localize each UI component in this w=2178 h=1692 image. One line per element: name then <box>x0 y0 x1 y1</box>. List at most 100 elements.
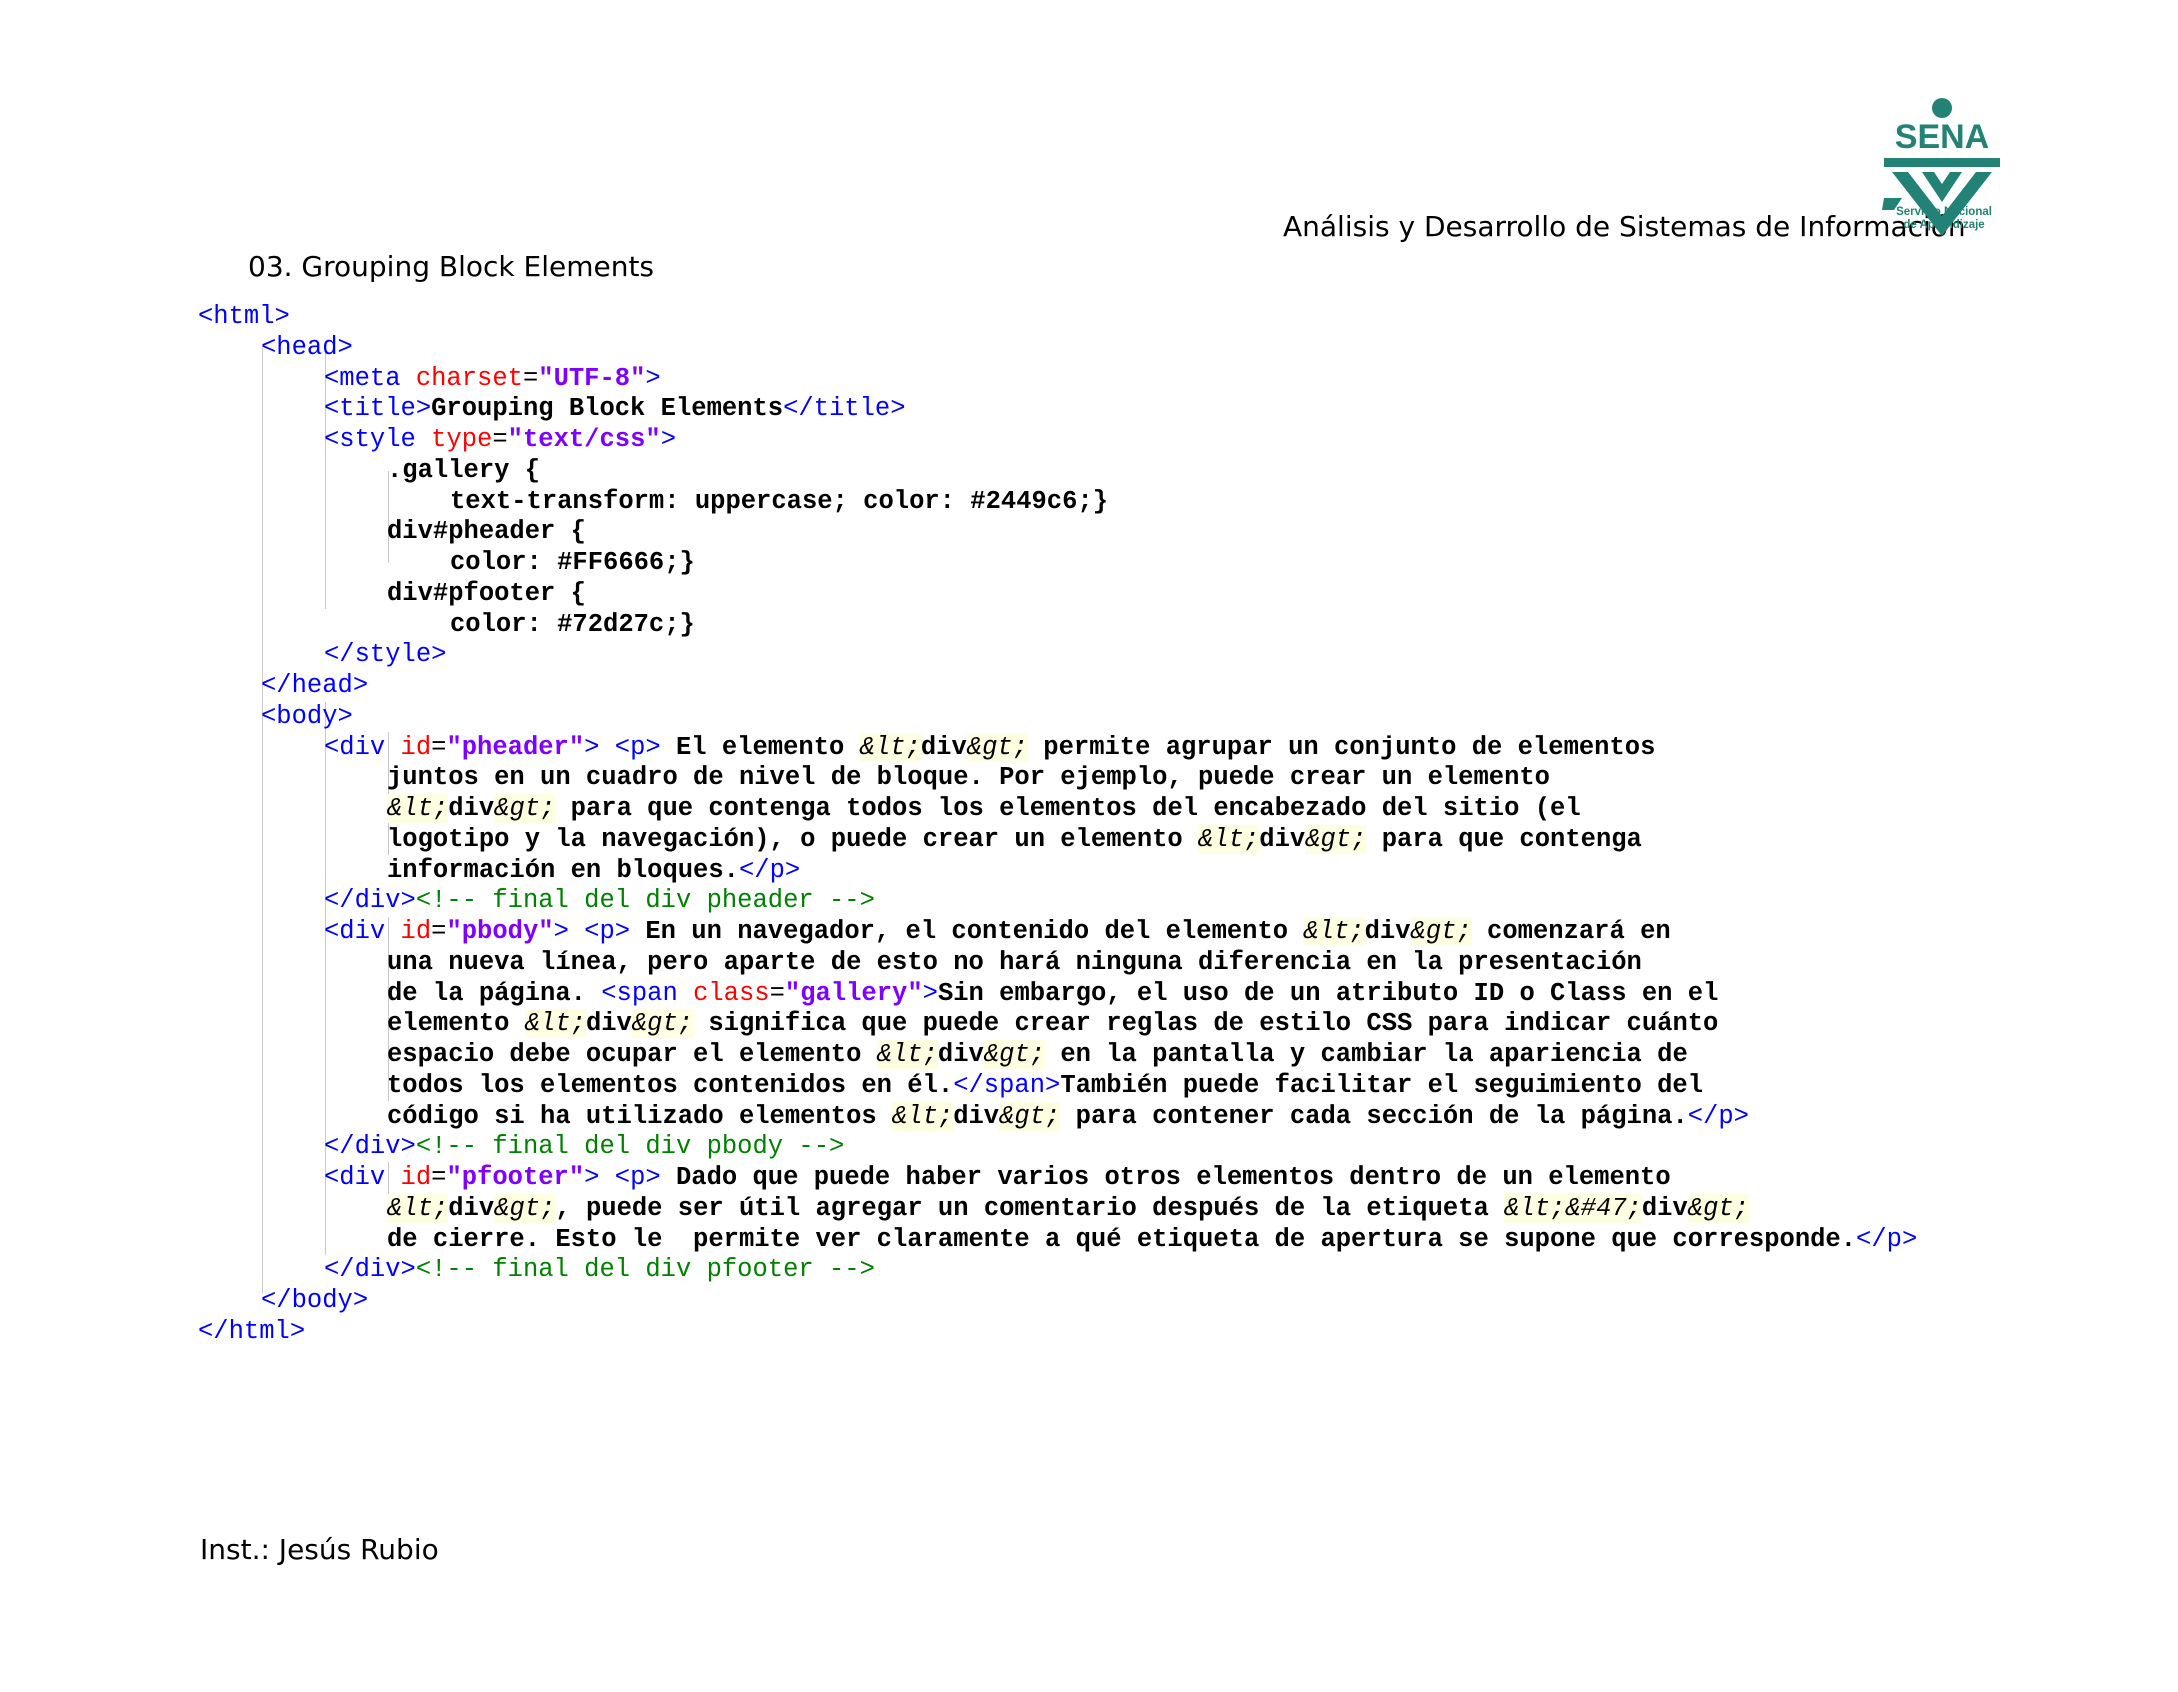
code-line: de cierre. Esto le permite ver clarament… <box>198 1225 2048 1256</box>
attribute: class <box>693 978 770 1008</box>
entity: &lt; <box>876 1040 938 1069</box>
text: Dado que puede haber varios otros elemen… <box>660 1163 1671 1192</box>
tag: </body> <box>261 1286 369 1315</box>
tag: <span <box>601 978 694 1008</box>
text: significa que puede crear reglas de esti… <box>693 1009 1719 1039</box>
entity: &gt; <box>1410 917 1472 946</box>
code-line: <div id="pbody"> <p> En un navegador, el… <box>198 917 2048 948</box>
tag: > <box>645 363 661 393</box>
code-line: &lt;div&gt; para que contenga todos los … <box>198 794 2048 825</box>
comment: <!-- final del div pfooter --> <box>415 1255 875 1285</box>
entity: &lt; <box>1504 1193 1566 1223</box>
code-line: color: #FF6666;} <box>198 548 2048 579</box>
text: div <box>1364 917 1411 946</box>
instructor-footer: Inst.: Jesús Rubio <box>200 1533 439 1566</box>
entity: &gt; <box>1305 824 1367 854</box>
entity: &lt; <box>891 1101 954 1131</box>
code-line: </div><!-- final del div pheader --> <box>198 886 2048 917</box>
css-text: .gallery { <box>387 455 541 485</box>
text: div <box>448 794 495 823</box>
tag: </p> <box>1856 1224 1918 1254</box>
equals: = <box>522 363 539 393</box>
entity: &gt; <box>494 1193 556 1223</box>
tag: > <p> <box>584 1163 661 1192</box>
tag: </style> <box>324 640 447 670</box>
tag: </p> <box>1687 1101 1749 1131</box>
entity: &lt; <box>1303 917 1365 946</box>
attribute: id <box>400 917 432 946</box>
text: Sin embargo, el uso de un atributo ID o … <box>937 978 1719 1008</box>
logo-caption-line2: de Aprendizaje <box>1903 219 1985 231</box>
entity: &gt; <box>631 1009 694 1039</box>
code-line: </html> <box>198 1317 2048 1348</box>
entity: &lt; <box>859 732 921 762</box>
css-text: div#pheader { <box>387 517 586 547</box>
code-line: <div id="pfooter"> <p> Dado que puede ha… <box>198 1163 2048 1194</box>
attribute-value: "pheader" <box>446 732 585 762</box>
code-line: logotipo y la navegación), o puede crear… <box>198 824 2048 856</box>
tag: <title> <box>324 394 432 424</box>
code-line: <meta charset="UTF-8"> <box>198 364 2048 395</box>
tag: <head> <box>261 332 353 362</box>
code-line: <body> <box>198 702 2048 733</box>
text: div <box>448 1193 495 1223</box>
css-text: color: #FF6666;} <box>450 548 695 577</box>
attribute: type <box>431 425 493 454</box>
logo-caption: Servicio Nacional de Aprendizaje <box>1880 206 2008 232</box>
css-text: color: #72d27c;} <box>450 609 695 639</box>
entity: &gt; <box>999 1101 1061 1131</box>
code-line: una nueva línea, pero aparte de esto no … <box>198 948 2048 979</box>
text: permite agrupar un conjunto de elementos <box>1027 732 1656 762</box>
attribute: charset <box>415 363 523 393</box>
equals: = <box>431 1163 447 1192</box>
code-line: <title>Grouping Block Elements</title> <box>198 394 2048 425</box>
code-line: información en bloques.</p> <box>198 856 2048 887</box>
entity: &lt; <box>524 1009 586 1039</box>
code-line: <html> <box>198 302 2048 333</box>
code-line: <div id="pheader"> <p> El elemento &lt;d… <box>198 732 2048 764</box>
attribute: id <box>400 732 432 762</box>
logo-caption-line1: Servicio Nacional <box>1896 206 1992 218</box>
text: También puede facilitar el seguimiento d… <box>1060 1070 1704 1100</box>
tag: <style <box>324 425 432 454</box>
tag: </title> <box>783 394 906 424</box>
css-text: div#pfooter { <box>387 578 586 608</box>
text: En un navegador, el contenido del elemen… <box>630 917 1304 946</box>
code-line: </div><!-- final del div pbody --> <box>198 1132 2048 1163</box>
text: , puede ser útil agregar un comentario d… <box>555 1193 1505 1223</box>
tag: </div> <box>324 1132 416 1162</box>
entity: &lt; <box>387 1193 449 1223</box>
entity: &lt; <box>1198 824 1260 854</box>
entity: &gt; <box>494 794 556 823</box>
text: de la página. <box>387 978 602 1008</box>
tag: </div> <box>324 1255 416 1285</box>
text: div <box>1259 824 1306 854</box>
text: div <box>585 1009 632 1039</box>
text: una nueva línea, pero aparte de esto no … <box>387 947 1642 977</box>
tag: <div <box>324 732 401 762</box>
text: div <box>953 1101 1000 1131</box>
attribute-value: "text/css" <box>507 425 661 454</box>
entity: &lt; <box>387 794 449 823</box>
text: para que contenga <box>1366 824 1642 854</box>
code-line: elemento &lt;div&gt; significa que puede… <box>198 1009 2048 1040</box>
equals: = <box>769 978 785 1008</box>
code-line: </div><!-- final del div pfooter --> <box>198 1255 2048 1286</box>
text: comenzará en <box>1471 917 1671 946</box>
attribute: id <box>400 1163 432 1192</box>
tag: </head> <box>261 671 369 700</box>
equals: = <box>492 425 508 454</box>
code-line: div#pfooter { <box>198 579 2048 610</box>
attribute-value: "gallery" <box>784 978 923 1008</box>
tag: <html> <box>198 302 290 331</box>
entity: &gt; <box>966 732 1028 762</box>
text: información en bloques. <box>387 855 739 885</box>
code-line: .gallery { <box>198 456 2048 487</box>
text: div <box>937 1040 984 1069</box>
attribute-value: "pbody" <box>446 917 554 946</box>
entity: &gt; <box>983 1040 1046 1069</box>
text: para que contenga todos los elementos de… <box>555 794 1581 823</box>
text: div <box>920 732 967 762</box>
text: juntos en un cuadro de nivel de bloque. … <box>387 763 1550 793</box>
code-line: </body> <box>198 1286 2048 1317</box>
